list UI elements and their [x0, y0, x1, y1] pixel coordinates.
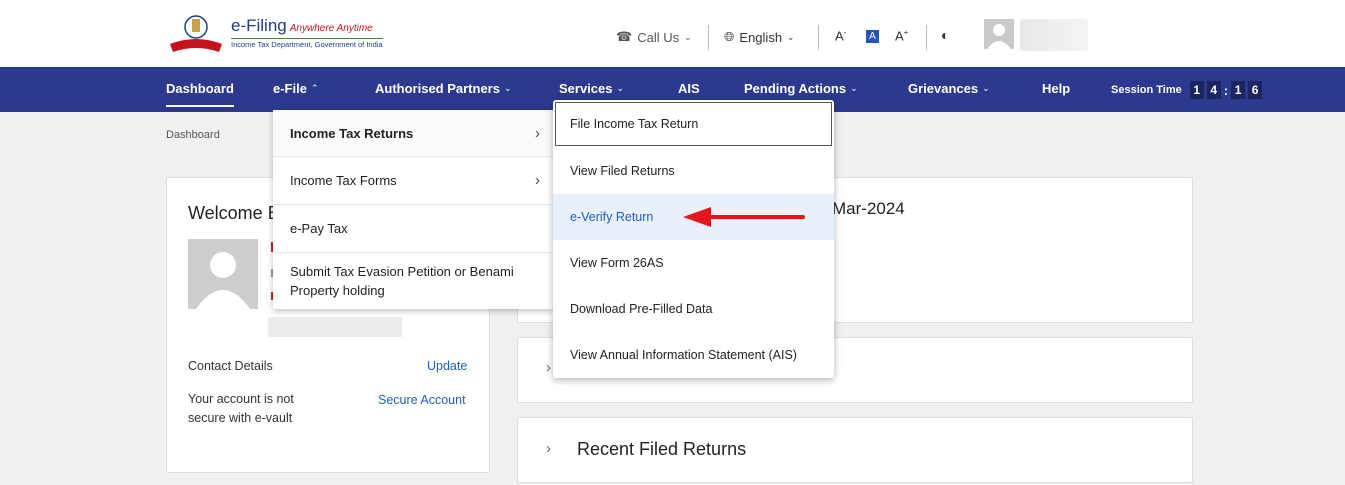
chevron-down-icon: ⌄ [850, 83, 858, 93]
contact-details-label: Contact Details [188, 359, 273, 373]
menu-item-label: Income Tax Forms [290, 173, 397, 188]
logo-subtitle: Income Tax Department, Government of Ind… [231, 38, 383, 49]
nav-services[interactable]: Services ⌄ [559, 81, 624, 96]
chevron-down-icon: ⌄ [503, 83, 512, 93]
submenu-file-income-tax-return[interactable]: File Income Tax Return [555, 102, 832, 146]
income-tax-emblem-icon[interactable] [167, 12, 225, 54]
redacted-pan [268, 317, 402, 337]
breadcrumb[interactable]: Dashboard [166, 129, 220, 141]
font-decrease-button[interactable]: A- [835, 28, 846, 43]
font-normal-button[interactable]: A [866, 30, 879, 43]
nav-pending-actions[interactable]: Pending Actions ⌄ [744, 81, 858, 96]
divider [818, 25, 819, 50]
top-header: e-Filing Anywhere Anytime Income Tax Depa… [0, 0, 1345, 67]
chevron-down-icon: ⌄ [787, 31, 795, 42]
call-us-dropdown[interactable]: ☎ Call Us ⌄ [616, 29, 692, 45]
person-icon [196, 252, 250, 309]
vault-text-line1: Your account is not [188, 392, 294, 406]
income-tax-returns-submenu: File Income Tax Return View Filed Return… [553, 100, 834, 378]
person-icon [987, 24, 1011, 49]
session-colon: : [1223, 82, 1229, 98]
nav-dashboard[interactable]: Dashboard [166, 81, 234, 107]
globe-icon: 🌐︎ [724, 29, 735, 44]
session-digit: 6 [1248, 81, 1263, 99]
due-date-text: Mar-2024 [832, 199, 905, 218]
chevron-down-icon: ⌄ [684, 31, 692, 42]
menu-item-income-tax-forms[interactable]: Income Tax Forms › [273, 157, 553, 205]
phone-icon: ☎ [616, 29, 633, 44]
nav-efile[interactable]: e-File ⌃ [273, 81, 319, 96]
contrast-icon[interactable]: ◐ [941, 27, 949, 43]
chevron-right-icon[interactable]: › [546, 440, 551, 457]
chevron-right-icon: › [535, 124, 540, 142]
user-avatar[interactable] [984, 19, 1014, 49]
efile-dropdown-menu: Income Tax Returns › Income Tax Forms › … [273, 110, 553, 309]
session-timer: Session Time 1 4 : 1 6 [1111, 81, 1263, 99]
profile-picture[interactable] [188, 239, 258, 309]
menu-item-submit-tax-evasion-petition[interactable]: Submit Tax Evasion Petition or Benami Pr… [273, 253, 553, 309]
menu-item-label: Income Tax Returns [290, 125, 414, 141]
call-us-label: Call Us [637, 29, 680, 45]
chevron-up-icon: ⌃ [310, 83, 319, 93]
recent-filed-returns-title[interactable]: Recent Filed Returns [577, 439, 746, 460]
divider [708, 25, 709, 50]
chevron-right-icon: › [535, 172, 540, 189]
chevron-down-icon: ⌄ [982, 83, 990, 93]
nav-grievances[interactable]: Grievances ⌄ [908, 81, 990, 96]
menu-item-label: Submit Tax Evasion Petition or Benami [290, 264, 514, 279]
annotation-arrow-icon [683, 207, 805, 227]
nav-ais[interactable]: AIS [678, 81, 700, 96]
nav-authorised-partners[interactable]: Authorised Partners ⌄ [375, 81, 512, 96]
session-label: Session Time [1111, 84, 1182, 96]
update-link[interactable]: Update [427, 359, 467, 373]
font-increase-button[interactable]: A+ [895, 28, 908, 43]
session-digit: 1 [1189, 81, 1204, 99]
menu-item-label: Property holding [290, 283, 385, 298]
language-label: English [739, 29, 783, 45]
welcome-title: Welcome B [188, 203, 280, 223]
menu-item-income-tax-returns[interactable]: Income Tax Returns › [273, 110, 553, 157]
vault-text-line2: secure with e-vault [188, 411, 293, 425]
logo-tagline: Anywhere Anytime [289, 23, 373, 34]
menu-item-epay-tax[interactable]: e-Pay Tax [273, 205, 553, 253]
language-dropdown[interactable]: 🌐︎ English ⌄ [724, 29, 795, 45]
submenu-download-prefilled-data[interactable]: Download Pre-Filled Data [553, 286, 834, 332]
chevron-right-icon[interactable]: › [546, 359, 551, 376]
submenu-view-filed-returns[interactable]: View Filed Returns [553, 148, 834, 194]
divider [926, 25, 927, 50]
user-name-redacted[interactable] [1020, 19, 1088, 51]
session-digit: 1 [1231, 81, 1246, 99]
nav-help[interactable]: Help [1042, 81, 1070, 96]
logo-title: e-Filing Anywhere Anytime [231, 16, 373, 35]
menu-item-label: e-Pay Tax [290, 221, 348, 236]
session-digit: 4 [1206, 81, 1221, 99]
submenu-view-form-26as[interactable]: View Form 26AS [553, 240, 834, 286]
chevron-down-icon: ⌄ [616, 83, 625, 93]
submenu-view-ais[interactable]: View Annual Information Statement (AIS) [553, 332, 834, 378]
secure-account-link[interactable]: Secure Account [378, 393, 466, 407]
